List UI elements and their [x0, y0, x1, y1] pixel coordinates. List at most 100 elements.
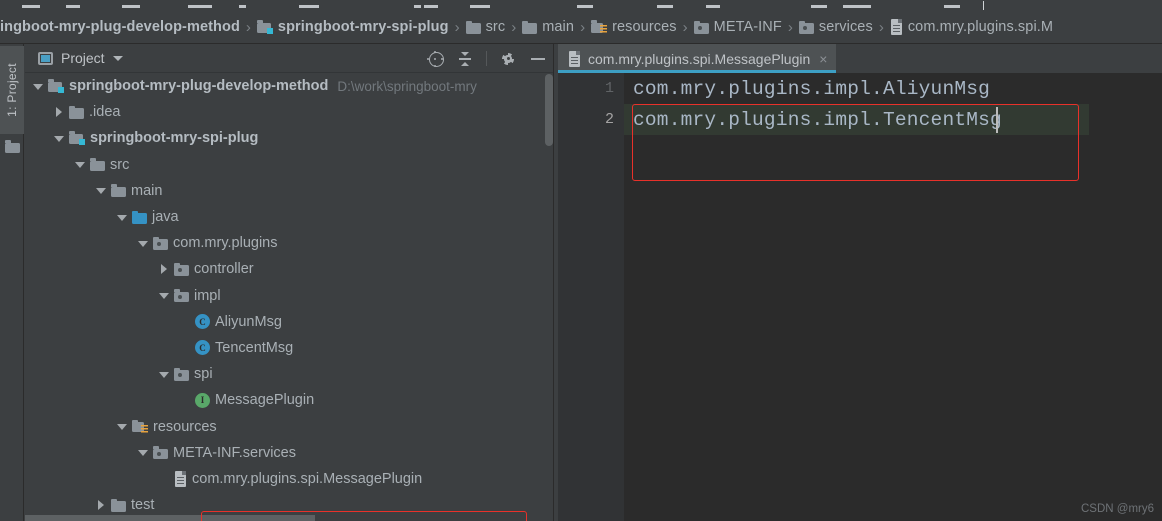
locate-icon[interactable] — [426, 50, 444, 68]
folder-icon — [111, 498, 126, 512]
watermark: CSDN @mry6 — [1080, 503, 1154, 515]
module-folder-icon — [256, 20, 273, 34]
tree-row[interactable]: spi — [25, 361, 553, 387]
breadcrumb-item-label: services — [818, 19, 873, 35]
tree-row[interactable]: META-INF.services — [25, 440, 553, 466]
tree-toggle-down-icon[interactable] — [117, 421, 128, 432]
tree-row-label: src — [110, 156, 130, 173]
tree-row-label: springboot-mry-plug-develop-method — [69, 78, 329, 95]
gutter-edge — [624, 73, 625, 521]
line-number-gutter: 12 — [558, 73, 624, 521]
tool-tab-project[interactable]: 1: Project — [0, 46, 24, 134]
package-folder-icon — [798, 20, 814, 34]
collapse-all-icon[interactable] — [456, 50, 474, 68]
package-folder-icon — [174, 262, 189, 276]
module-folder-icon — [48, 79, 64, 94]
package-folder-icon — [153, 236, 168, 250]
tree-row[interactable]: .idea — [25, 99, 553, 125]
breadcrumb-item-3[interactable]: main — [522, 11, 575, 43]
tree-row[interactable]: impl — [25, 283, 553, 309]
tree-row-label: java — [152, 209, 179, 226]
tree-row[interactable]: resources — [25, 413, 553, 439]
folder-icon — [522, 20, 538, 34]
tree-toggle-down-icon[interactable] — [96, 185, 107, 196]
strip-folder-icon[interactable] — [5, 140, 20, 158]
project-horizontal-scrollbar[interactable] — [25, 515, 315, 521]
project-vertical-scrollbar[interactable] — [545, 74, 553, 146]
editor-tab-messageplugin[interactable]: com.mry.plugins.spi.MessagePlugin × — [558, 44, 837, 73]
tree-row[interactable]: controller — [25, 256, 553, 282]
folder-icon — [465, 20, 481, 34]
tree-toggle-down-icon[interactable] — [117, 212, 128, 223]
folder-icon — [111, 184, 126, 198]
tree-toggle-down-icon[interactable] — [159, 290, 170, 301]
tree-toggle-right-icon[interactable] — [96, 499, 107, 511]
tree-row[interactable]: C TencentMsg — [25, 335, 553, 361]
tree-toggle-down-icon[interactable] — [54, 133, 65, 144]
project-panel-toolbar — [426, 44, 547, 73]
tree-row[interactable]: C AliyunMsg — [25, 309, 553, 335]
code-line[interactable]: com.mry.plugins.impl.TencentMsg — [624, 104, 1089, 135]
breadcrumb-separator: › — [511, 18, 517, 36]
editor-tab-bar: com.mry.plugins.spi.MessagePlugin × — [558, 44, 1162, 73]
breadcrumb-item-label: main — [542, 19, 575, 35]
folder-icon — [90, 158, 105, 172]
line-number: 2 — [604, 111, 614, 128]
tree-toggle-down-icon[interactable] — [75, 159, 86, 170]
code-editor[interactable]: 12 com.mry.plugins.impl.AliyunMsg com.mry… — [558, 73, 1162, 521]
project-tree[interactable]: springboot-mry-plug-develop-method D:\wor… — [25, 73, 553, 521]
file-icon — [890, 19, 903, 35]
breadcrumb-item-7[interactable]: com.mry.plugins.spi.M — [890, 11, 1054, 43]
tree-row[interactable]: com.mry.plugins.spi.MessagePlugin — [25, 466, 553, 492]
file-icon — [174, 470, 187, 487]
breadcrumb-item-4[interactable]: resources — [591, 11, 677, 43]
project-tool-window: Project springboot-mry-plug-develop-meth… — [25, 44, 553, 521]
tree-toggle-down-icon[interactable] — [159, 369, 170, 380]
line-number: 1 — [604, 80, 614, 97]
tool-tab-project-label: 1: Project — [5, 63, 20, 117]
package-folder-icon — [174, 367, 189, 381]
tree-toggle-down-icon[interactable] — [138, 447, 149, 458]
tree-row-path: D:\work\springboot-mry — [337, 78, 477, 94]
chevron-down-icon[interactable] — [112, 55, 123, 61]
tree-row[interactable]: com.mry.plugins — [25, 230, 553, 256]
tree-toggle-down-icon[interactable] — [138, 238, 149, 249]
breadcrumb[interactable]: ingboot-mry-plug-develop-method › springbo… — [0, 11, 1162, 44]
tree-row-label: META-INF.services — [173, 444, 296, 461]
breadcrumb-separator: › — [580, 18, 586, 36]
breadcrumb-separator: › — [245, 18, 251, 36]
package-folder-icon — [153, 446, 168, 460]
code-line[interactable]: com.mry.plugins.impl.AliyunMsg — [624, 73, 990, 104]
breadcrumb-separator: › — [682, 18, 688, 36]
minimize-icon[interactable] — [529, 50, 547, 68]
tree-row[interactable]: springboot-mry-spi-plug — [25, 125, 553, 151]
tree-row[interactable]: java — [25, 204, 553, 230]
breadcrumb-item-2[interactable]: src — [465, 11, 506, 43]
tree-row[interactable]: src — [25, 152, 553, 178]
breadcrumb-item-label: META-INF — [713, 19, 782, 35]
breadcrumb-item-5[interactable]: META-INF — [693, 11, 782, 43]
tree-row[interactable]: I MessagePlugin — [25, 387, 553, 413]
breadcrumb-item-0[interactable]: ingboot-mry-plug-develop-method — [0, 11, 240, 43]
module-folder-icon — [69, 131, 85, 146]
breadcrumb-item-label: com.mry.plugins.spi.M — [907, 19, 1054, 35]
editor-area: com.mry.plugins.spi.MessagePlugin × 12 c… — [558, 44, 1162, 521]
tree-toggle-right-icon[interactable] — [54, 106, 65, 118]
breadcrumb-item-label: springboot-mry-spi-plug — [277, 19, 449, 35]
breadcrumb-item-1[interactable]: springboot-mry-spi-plug — [256, 11, 449, 43]
gear-icon[interactable] — [499, 50, 517, 68]
close-icon[interactable]: × — [819, 52, 827, 66]
tree-toggle-down-icon[interactable] — [33, 81, 44, 92]
tree-row-label: com.mry.plugins.spi.MessagePlugin — [192, 470, 423, 487]
menu-bar-clipped — [0, 0, 1162, 11]
breadcrumb-item-label: resources — [612, 19, 677, 35]
project-panel-title: Project — [61, 50, 105, 66]
breadcrumb-item-6[interactable]: services — [798, 11, 873, 43]
tree-toggle-right-icon[interactable] — [159, 263, 170, 275]
tree-row[interactable]: springboot-mry-plug-develop-method D:\wor… — [25, 73, 553, 99]
breadcrumb-separator: › — [878, 18, 884, 36]
tree-row[interactable]: main — [25, 178, 553, 204]
java-interface-icon: I — [195, 392, 210, 408]
